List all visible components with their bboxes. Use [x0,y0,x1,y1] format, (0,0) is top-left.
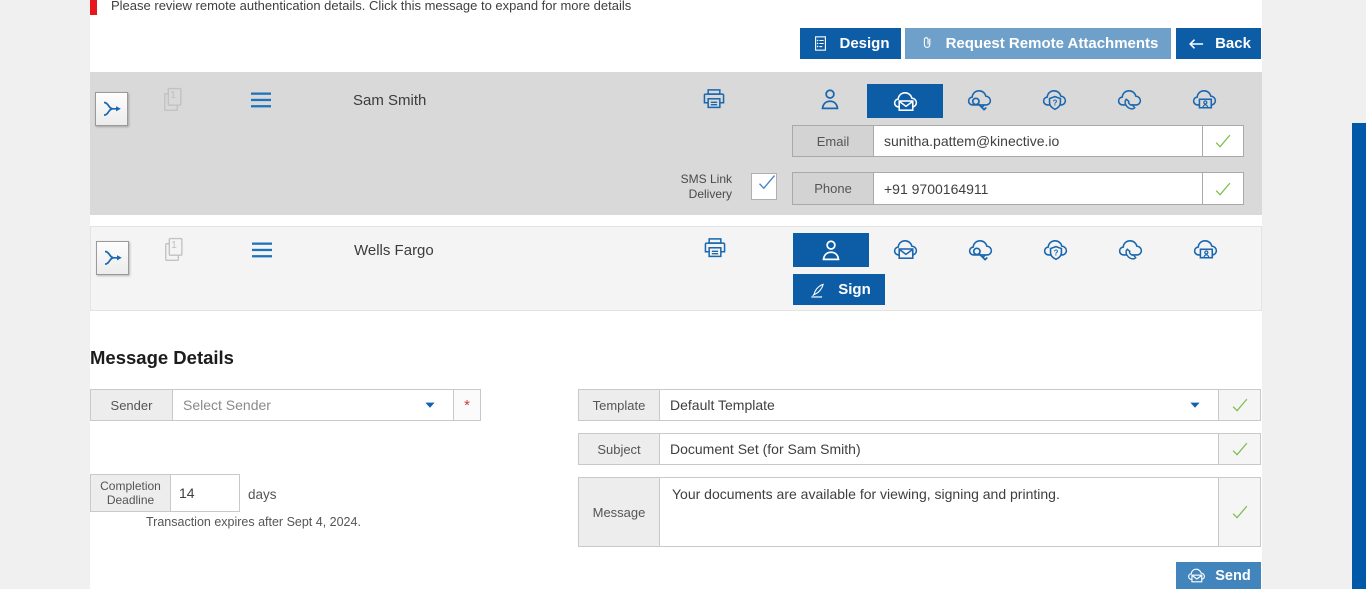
cloud-mail-icon[interactable] [891,235,920,264]
subject-label: Subject [579,434,660,464]
quill-sign-icon [807,279,829,301]
back-button-label: Back [1215,35,1251,52]
drag-handle-icon[interactable] [248,88,274,112]
person-icon [817,236,845,264]
document-count: 1 [168,240,180,251]
merge-recipient-button[interactable] [95,92,128,126]
email-field-group: Email [792,125,1244,157]
design-button[interactable]: Design [800,28,901,59]
banner-text: Please review remote authentication deta… [97,0,1261,13]
authentication-warning-banner[interactable]: Please review remote authentication deta… [90,0,1261,15]
sms-link-delivery-label: SMS Link Delivery [660,172,732,202]
cloud-id-verification-icon[interactable] [1190,85,1219,114]
template-value: Default Template [660,397,785,413]
template-label: Template [579,390,660,420]
email-label: Email [793,126,874,156]
email-input[interactable] [874,133,1202,149]
merge-recipient-button[interactable] [96,241,129,275]
cloud-key-icon[interactable] [966,235,995,264]
sender-required-marker: * [453,390,480,420]
sender-dropdown[interactable]: Select Sender [173,390,453,420]
green-check-icon [1229,438,1251,460]
drag-handle-icon[interactable] [249,238,275,262]
phone-input[interactable] [874,181,1202,197]
design-icon [811,34,830,53]
template-field-group: Template Default Template [578,389,1261,421]
recipient-row-sam-smith: 1 Sam Smith Email SMS Link Delivery Phon… [90,72,1262,215]
cloud-phone-icon[interactable] [1116,235,1145,264]
expiry-note: Transaction expires after Sept 4, 2024. [146,515,361,529]
completion-deadline-group: Completion Deadline [90,474,240,512]
green-check-icon [1229,501,1251,523]
channel-in-person-selected[interactable] [793,233,869,267]
completion-deadline-input[interactable] [171,485,239,501]
back-arrow-icon [1186,34,1206,54]
sign-button-label: Sign [838,281,871,298]
subject-input[interactable] [660,441,1218,457]
request-remote-attachments-label: Request Remote Attachments [946,35,1159,52]
message-valid-indicator [1218,478,1260,546]
request-remote-attachments-button[interactable]: Request Remote Attachments [905,28,1171,59]
cloud-shield-question-icon[interactable] [1041,235,1070,264]
document-count: 1 [167,90,179,101]
completion-deadline-label: Completion Deadline [91,475,171,511]
subject-field-group: Subject [578,433,1261,465]
recipient-row-wells-fargo: 1 Wells Fargo Sign [90,226,1262,311]
send-button[interactable]: Send [1176,562,1261,589]
merge-icon [100,97,124,121]
message-details-heading: Message Details [90,347,234,369]
document-count-badge: 1 [160,234,188,266]
chevron-down-icon [1185,399,1205,412]
message-textarea[interactable]: Your documents are available for viewing… [660,478,1072,510]
recipient-name: Wells Fargo [354,242,434,259]
design-button-label: Design [839,35,889,52]
vertical-scrollbar[interactable] [1352,123,1366,589]
sms-link-delivery-checkbox[interactable] [751,173,777,200]
cloud-key-icon[interactable] [965,85,994,114]
paperclip-icon [918,34,937,53]
phone-field-group: Phone [792,172,1244,205]
phone-label: Phone [793,173,874,204]
sign-button[interactable]: Sign [793,274,885,305]
cloud-phone-icon[interactable] [1115,85,1144,114]
sender-field-group: Sender Select Sender * [90,389,481,421]
green-check-icon [1229,394,1251,416]
sender-label: Sender [91,390,173,420]
message-field-group: Message Your documents are available for… [578,477,1261,547]
cloud-shield-question-icon[interactable] [1040,85,1069,114]
back-button[interactable]: Back [1176,28,1261,59]
cloud-mail-icon [891,87,920,116]
green-check-icon [1212,130,1234,152]
deadline-unit: days [248,487,277,502]
message-label: Message [579,478,660,546]
cloud-id-verification-icon[interactable] [1191,235,1220,264]
checkbox-check-icon [755,170,779,194]
send-button-label: Send [1215,568,1250,584]
printer-icon[interactable] [700,85,728,113]
merge-icon [101,246,125,270]
subject-valid-indicator [1218,434,1260,464]
sender-value: Select Sender [173,397,281,413]
phone-valid-indicator [1202,173,1243,204]
email-valid-indicator [1202,126,1243,156]
cloud-mail-icon [1186,565,1207,586]
channel-remote-email-selected[interactable] [867,84,943,118]
template-dropdown[interactable]: Default Template [660,390,1218,420]
printer-icon[interactable] [701,234,729,262]
document-count-badge: 1 [159,84,187,116]
person-icon[interactable] [816,85,844,113]
green-check-icon [1212,178,1234,200]
recipient-name: Sam Smith [353,92,426,109]
template-valid-indicator [1218,390,1260,420]
chevron-down-icon [420,399,440,412]
